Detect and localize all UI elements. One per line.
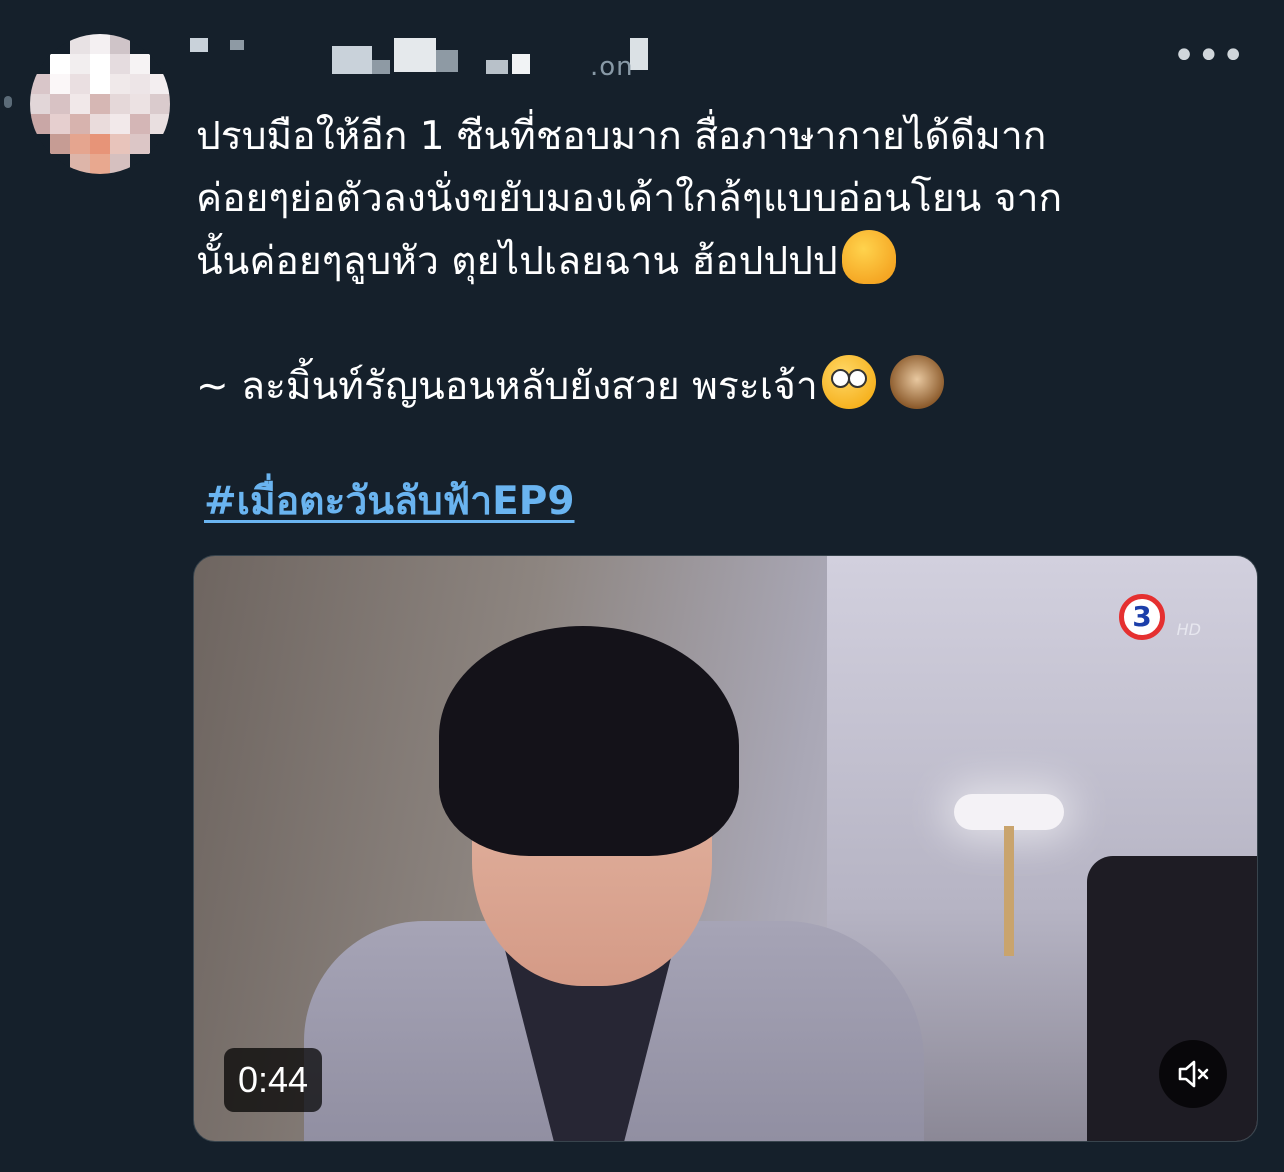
tweet-line-4: ~ ละมิ้นท์รัญนอนหลับยังสวย พระเจ้า (196, 355, 1256, 418)
see-no-evil-monkey-emoji-icon (889, 355, 944, 409)
tweet-line-3-text: นั้นค่อยๆลูบหัว ตุยไปเลยฉาน ฮ้อปปปป (196, 239, 838, 284)
lamp (954, 794, 1064, 830)
tweet: .on ••• ปรบมือให้อีก 1 ซีนที่ชอบมาก สื่อ… (0, 0, 1284, 1172)
melting-face-emoji-icon (841, 230, 896, 284)
person-hair (439, 626, 739, 856)
video-player[interactable]: 3 HD 0:44 (193, 555, 1258, 1142)
tweet-line-4-text: ~ ละมิ้นท์รัญนอนหลับยังสวย พระเจ้า (196, 364, 818, 409)
tweet-line-2: ค่อยๆย่อตัวลงนั่งขยับมองเค้าใกล้ๆแบบอ่อน… (196, 176, 1063, 221)
hashtag-link[interactable]: #เมื่อตะวันลับฟ้าEP9 (204, 474, 575, 530)
channel-logo-icon: 3 (1119, 594, 1165, 640)
flushed-face-emoji-icon (821, 355, 876, 409)
author-visible-fragment: .on (590, 52, 634, 82)
video-duration: 0:44 (224, 1048, 323, 1112)
more-options-icon[interactable]: ••• (1172, 36, 1246, 76)
author-name-redacted[interactable]: .on (190, 38, 690, 82)
channel-quality: HD (1176, 620, 1201, 639)
thread-indicator (4, 96, 12, 108)
lamp-stem (1004, 826, 1014, 956)
tweet-text: ปรบมือให้อีก 1 ซีนที่ชอบมาก สื่อภาษากายไ… (196, 106, 1256, 418)
speaker-muted-icon (1178, 1060, 1209, 1088)
mute-button[interactable] (1159, 1040, 1227, 1108)
tweet-line-3: นั้นค่อยๆลูบหัว ตุยไปเลยฉาน ฮ้อปปปป (196, 230, 1256, 293)
avatar[interactable] (30, 34, 170, 174)
tweet-line-1: ปรบมือให้อีก 1 ซีนที่ชอบมาก สื่อภาษากายไ… (196, 114, 1047, 159)
